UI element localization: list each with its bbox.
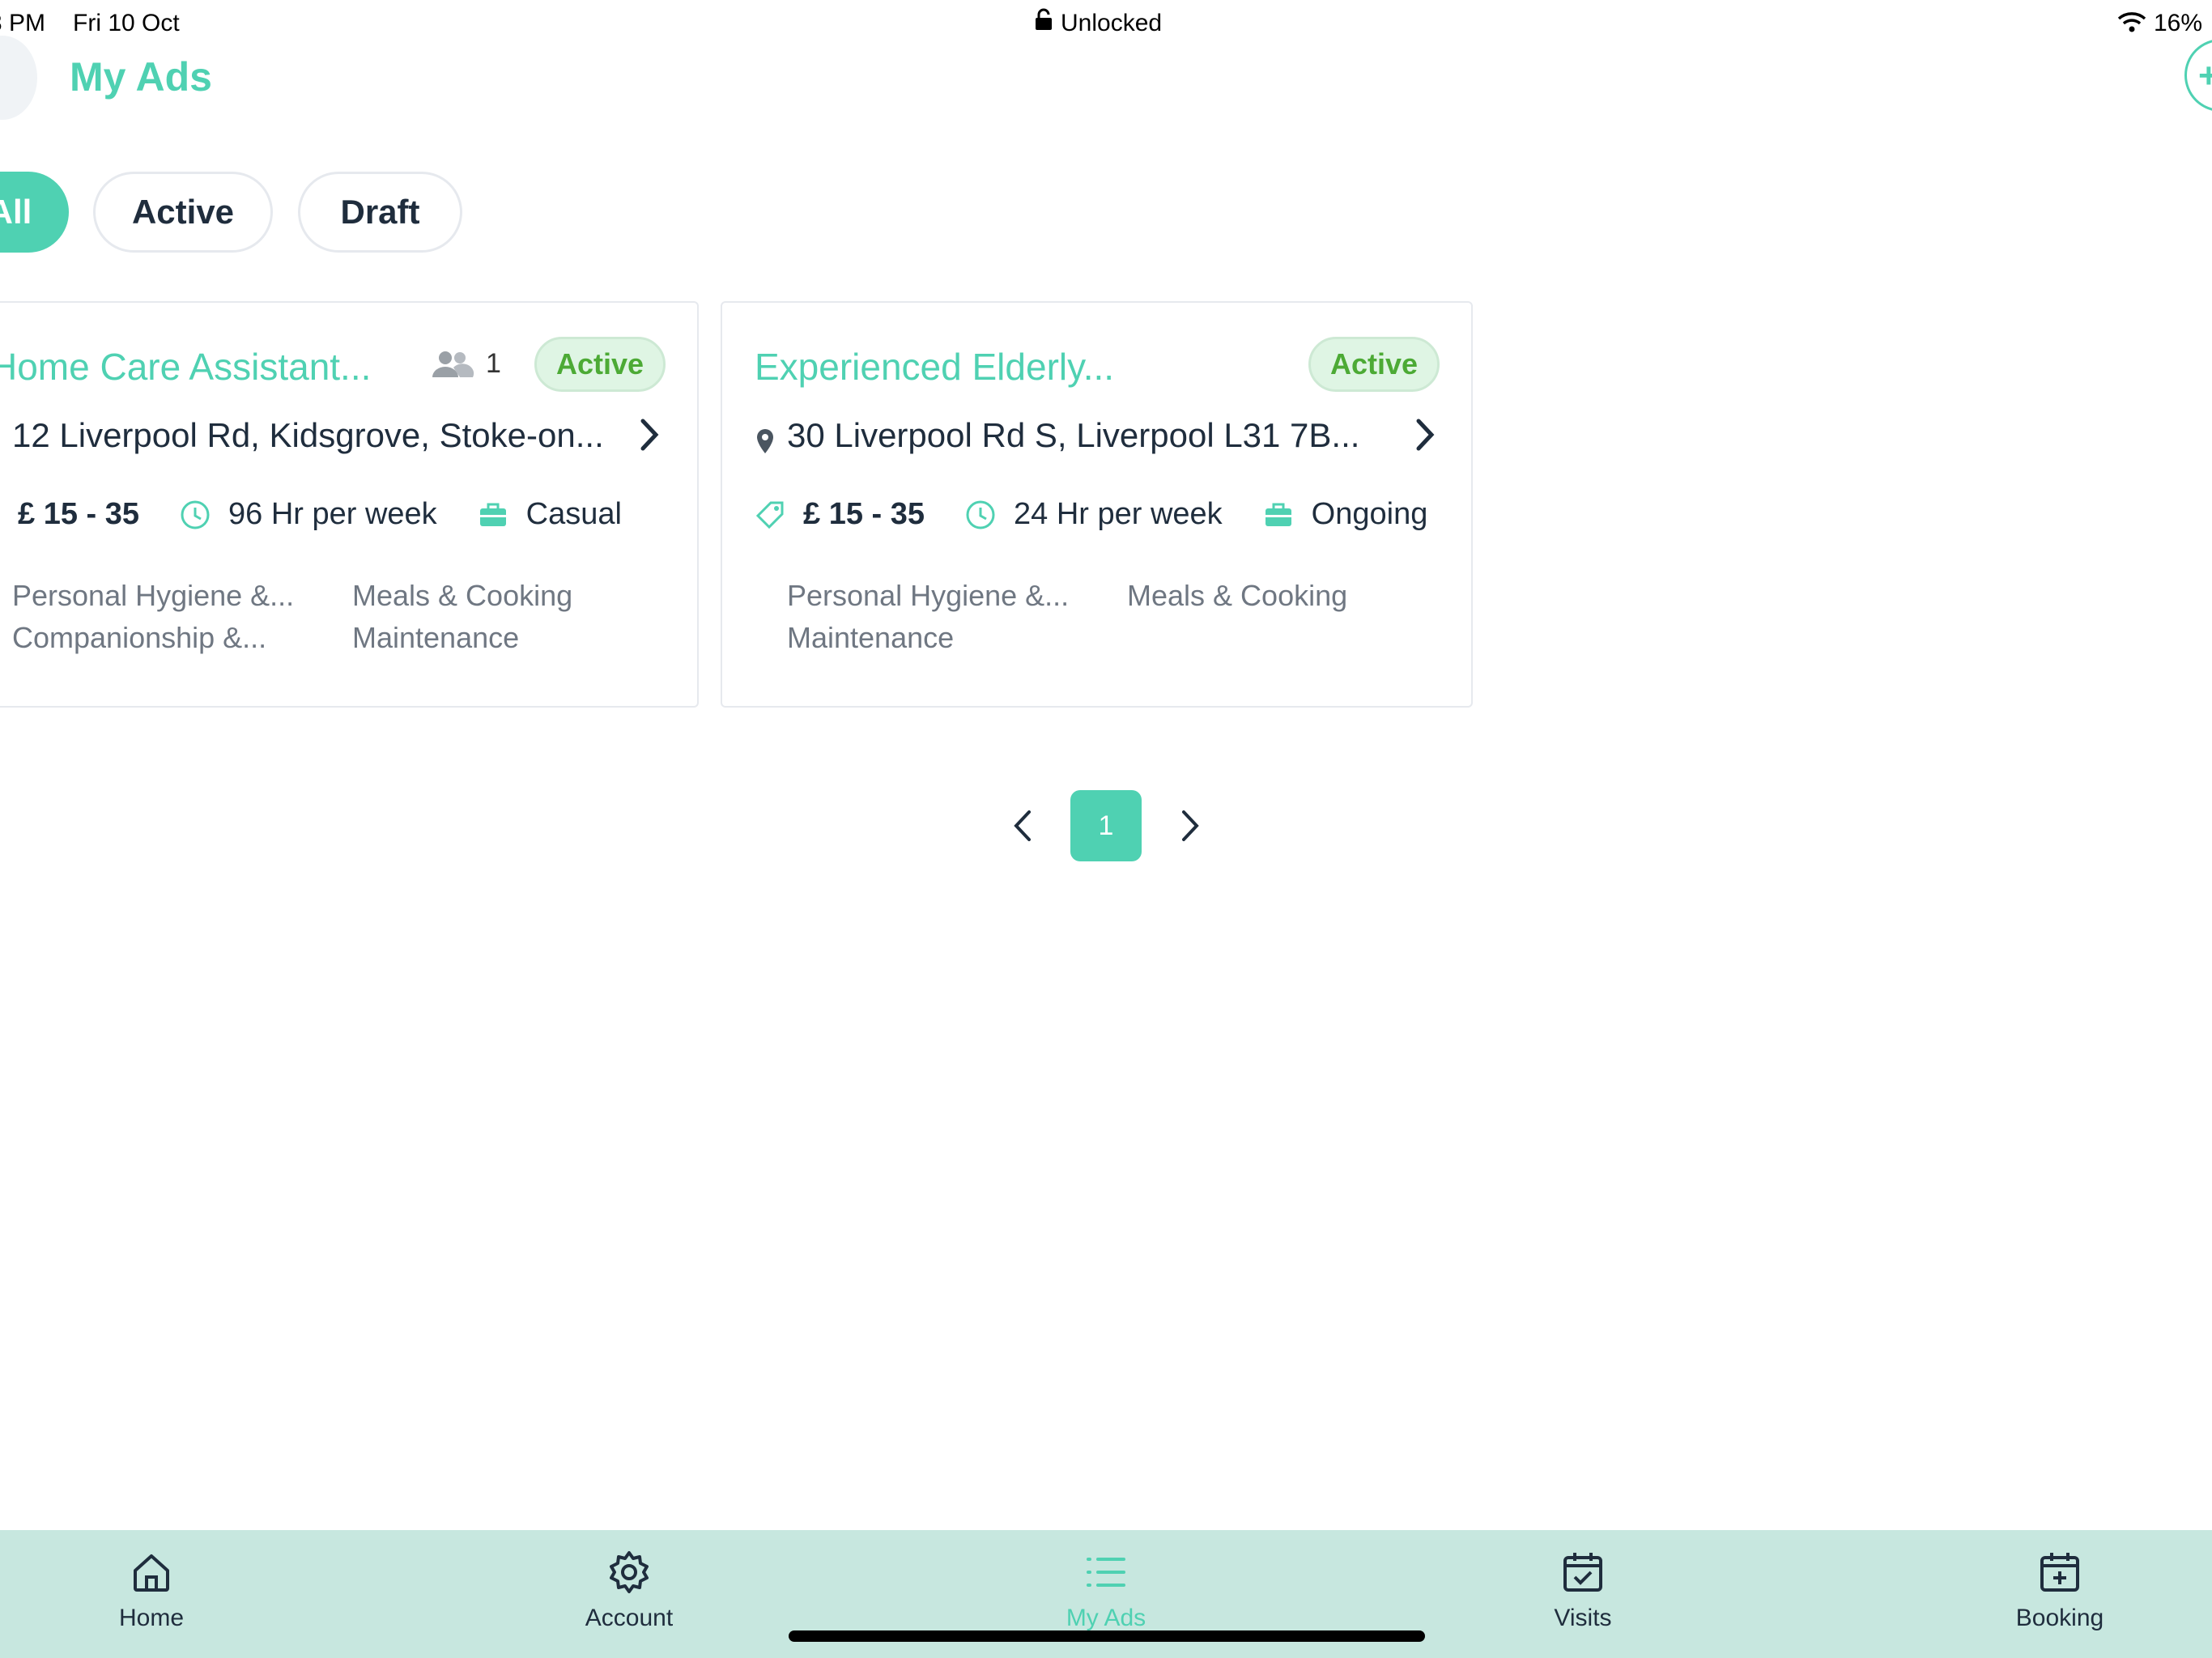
- ad-meta: £ 15 - 35 24 Hr per week Ongoing: [755, 497, 1468, 532]
- pagination-current-page[interactable]: 1: [1070, 790, 1142, 861]
- status-badge: Active: [1308, 337, 1440, 392]
- people-icon: [432, 351, 474, 377]
- home-indicator[interactable]: [789, 1630, 1425, 1642]
- filter-all[interactable]: All: [0, 172, 69, 253]
- avatar[interactable]: [0, 36, 37, 120]
- ad-address: 12 Liverpool Rd, Kidsgrove, Stoke-on...: [12, 416, 604, 454]
- list-icon: [1087, 1558, 1125, 1587]
- calendar-plus-icon: [2040, 1553, 2079, 1592]
- tag: Personal Hygiene &...: [787, 579, 1070, 612]
- wifi-icon: [2117, 11, 2146, 39]
- ad-card[interactable]: Experienced Elderly... Active 30 Liverpo…: [721, 301, 1473, 708]
- price-tag-icon: [755, 500, 785, 530]
- calendar-check-icon: [1563, 1553, 1602, 1592]
- tag: Meals & Cooking: [1127, 579, 1348, 612]
- tag: Personal Hygiene &...: [12, 579, 295, 612]
- briefcase-icon: [478, 500, 508, 530]
- page-title: My Ads: [70, 54, 212, 100]
- tab-home[interactable]: Home: [70, 1550, 232, 1632]
- tab-label: Visits: [1554, 1605, 1612, 1631]
- applicants-count: 1: [429, 348, 501, 380]
- tab-my-ads[interactable]: My Ads: [1025, 1550, 1187, 1632]
- tab-booking[interactable]: Booking: [1979, 1550, 2141, 1632]
- tab-account[interactable]: Account: [548, 1550, 710, 1632]
- tab-label: Home: [118, 1605, 185, 1631]
- add-ad-button[interactable]: +: [2184, 39, 2212, 112]
- status-lock-text: Unlocked: [1061, 10, 1163, 36]
- tab-label: Booking: [2015, 1605, 2104, 1631]
- tag: Maintenance: [352, 621, 520, 654]
- ad-type: Ongoing: [1311, 497, 1428, 531]
- tag: Maintenance: [787, 621, 955, 654]
- ad-title[interactable]: Experienced Elderly...: [755, 345, 1114, 389]
- status-badge: Active: [534, 337, 666, 392]
- briefcase-icon: [1263, 500, 1294, 530]
- plus-icon: +: [2198, 56, 2212, 96]
- tab-visits[interactable]: Visits: [1502, 1550, 1664, 1632]
- ad-type: Casual: [525, 497, 622, 531]
- tag: Meals & Cooking: [352, 579, 573, 612]
- lock-icon: [1035, 8, 1053, 37]
- tab-label: Account: [585, 1605, 674, 1631]
- location-pin-icon: [757, 429, 773, 453]
- chevron-right-icon[interactable]: [633, 414, 666, 455]
- filter-active[interactable]: Active: [93, 172, 273, 253]
- clock-icon: [965, 500, 996, 530]
- home-icon: [134, 1554, 169, 1592]
- ad-hours: 24 Hr per week: [1014, 497, 1223, 531]
- ad-price: £ 15 - 35: [803, 497, 925, 531]
- ad-price: £ 15 - 35: [18, 497, 139, 531]
- status-bar: 3 PM Fri 10 Oct Unlocked 16%: [0, 0, 2212, 45]
- applicants-value: 1: [486, 348, 501, 379]
- ad-meta: £ 15 - 35 96 Hr per week Casual: [0, 497, 662, 532]
- gear-icon: [610, 1551, 649, 1593]
- tab-label: My Ads: [1066, 1605, 1146, 1631]
- chevron-right-icon[interactable]: [1409, 414, 1441, 455]
- ad-title[interactable]: Home Care Assistant...: [0, 345, 371, 389]
- ad-card[interactable]: Home Care Assistant... 1 Active 12 Liver…: [0, 301, 699, 708]
- pagination-prev-icon[interactable]: [1008, 806, 1040, 846]
- battery-percent: 16%: [2154, 10, 2203, 36]
- ad-hours: 96 Hr per week: [228, 497, 437, 531]
- tag: Companionship &...: [12, 621, 267, 654]
- clock-icon: [180, 500, 211, 530]
- ad-address: 30 Liverpool Rd S, Liverpool L31 7B...: [787, 416, 1360, 454]
- status-date: Fri 10 Oct: [73, 10, 180, 36]
- pagination-next-icon[interactable]: [1172, 806, 1205, 846]
- status-time: 3 PM: [0, 10, 46, 36]
- filter-draft[interactable]: Draft: [298, 172, 462, 253]
